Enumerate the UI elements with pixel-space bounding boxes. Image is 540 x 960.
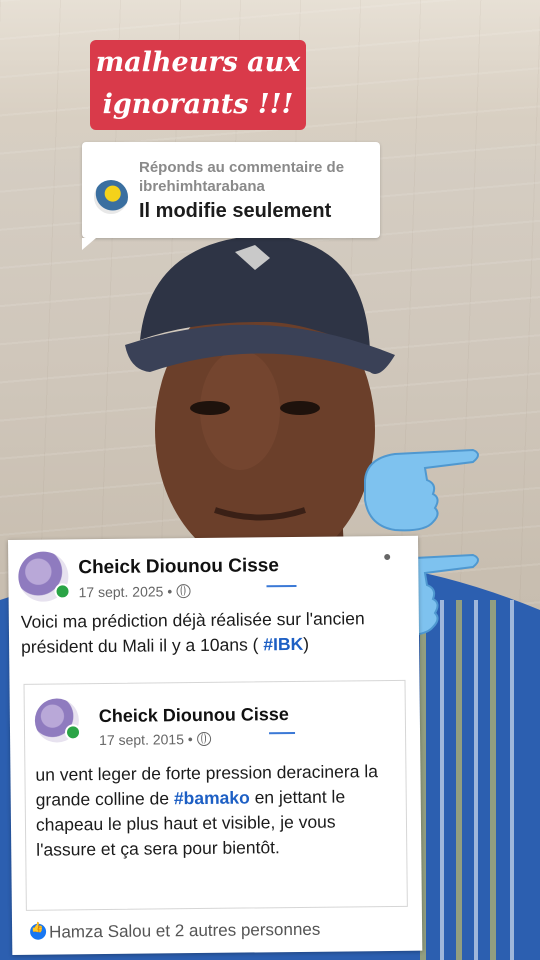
reply-to-label: Réponds au commentaire de ibrehimhtaraba… xyxy=(139,159,345,195)
more-options-icon[interactable] xyxy=(384,553,391,561)
reactions-summary[interactable]: Hamza Salou et 2 autres personnes xyxy=(30,920,320,943)
pointing-hand-icon xyxy=(364,448,479,532)
like-icon xyxy=(30,923,47,940)
shared-post-author: Cheick Diounou Cisse xyxy=(98,704,289,727)
video-title-overlay: malheurs aux ignorants !!! xyxy=(90,40,306,130)
title-line-2: ignorants !!! xyxy=(102,89,294,120)
arrow-mark xyxy=(269,732,296,735)
online-status-dot xyxy=(54,583,71,600)
hashtag-link[interactable]: #IBK xyxy=(263,634,303,654)
shared-post-date: 17 sept. 2015 • xyxy=(99,731,211,748)
post-author: Cheick Diounou Cisse xyxy=(78,555,280,579)
commenter-avatar xyxy=(94,180,128,214)
globe-icon xyxy=(176,584,191,599)
online-status-dot xyxy=(64,724,82,741)
reply-comment-card[interactable]: Réponds au commentaire de ibrehimhtaraba… xyxy=(82,142,380,250)
shared-post: Cheick Diounou Cisse 17 sept. 2015 • un … xyxy=(23,679,408,911)
facebook-post-screenshot: Cheick Diounou Cisse 17 sept. 2025 • Voi… xyxy=(8,535,423,955)
video-frame: malheurs aux ignorants !!! Réponds au co… xyxy=(0,0,540,960)
hashtag-link[interactable]: #bamako xyxy=(174,787,250,808)
shared-post-text: un vent leger de forte pression deracine… xyxy=(35,761,378,860)
author-avatar xyxy=(18,551,71,602)
globe-icon xyxy=(196,731,211,747)
shared-author-avatar xyxy=(34,698,82,743)
reply-comment-text: Il modifie seulement xyxy=(139,200,332,222)
arrow-mark xyxy=(266,584,297,588)
title-line-1: malheurs aux xyxy=(95,47,301,78)
post-text: Voici ma prédiction déjà réalisée sur l'… xyxy=(20,608,365,657)
post-date: 17 sept. 2025 • xyxy=(78,583,191,600)
